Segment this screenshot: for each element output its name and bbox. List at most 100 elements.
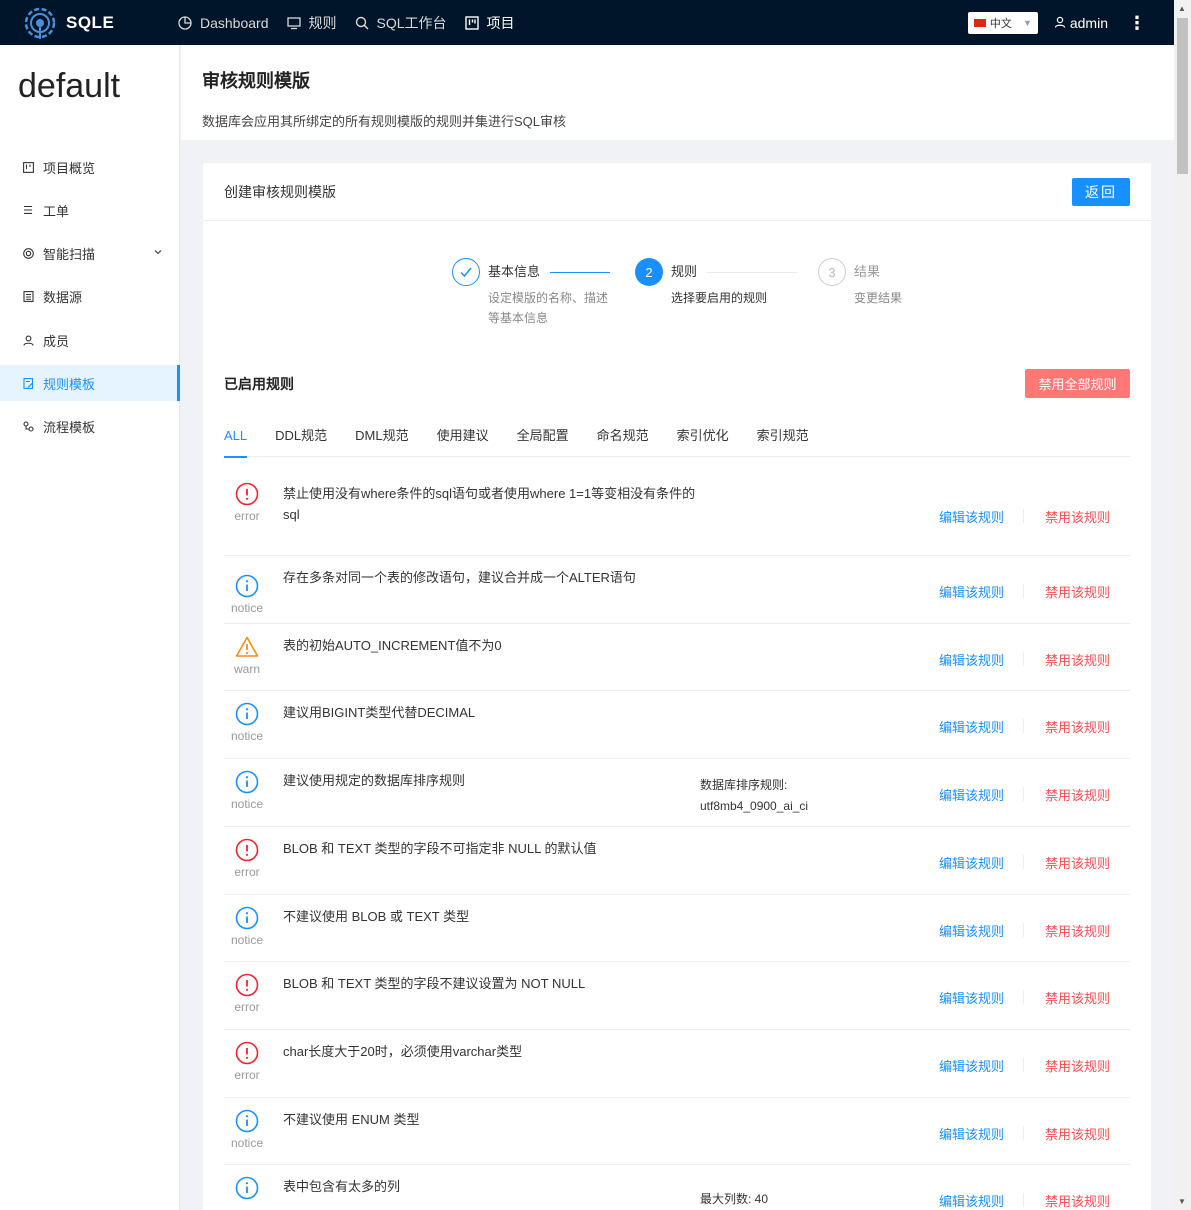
step-number: 3: [818, 258, 846, 286]
disable-rule-link[interactable]: 禁用该规则: [1045, 785, 1110, 804]
tab-index-spec[interactable]: 索引规范: [757, 421, 809, 457]
list-item: error char长度大于20时，必须使用varchar类型 编辑该规则 禁用…: [224, 1030, 1130, 1098]
edit-rule-link[interactable]: 编辑该规则: [939, 1191, 1004, 1210]
rule-level: notice: [224, 906, 270, 947]
edit-rule-link[interactable]: 编辑该规则: [939, 853, 1004, 872]
sidebar-item-smart-scan[interactable]: 智能扫描: [0, 236, 179, 272]
rule-level-text: error: [234, 865, 260, 879]
chevron-down-icon: ▼: [1022, 17, 1032, 28]
template-icon: [22, 377, 34, 389]
rule-level-text: notice: [230, 797, 264, 811]
step-title: 规则: [671, 264, 698, 279]
username: admin: [1069, 14, 1108, 31]
edit-rule-link[interactable]: 编辑该规则: [939, 921, 1004, 940]
rule-description: 禁止使用没有where条件的sql语句或者使用where 1=1等变相没有条件的…: [283, 486, 696, 522]
tab-global[interactable]: 全局配置: [517, 421, 569, 457]
rule-description: 建议用BIGINT类型代替DECIMAL: [283, 705, 476, 720]
tab-dml[interactable]: DML规范: [355, 421, 408, 457]
steps: 基本信息 设定模版的名称、描述 等基本信息 2 规则 选择要启用的规则 3 结果: [452, 258, 902, 328]
nav-dashboard-label: Dashboard: [200, 14, 269, 31]
divider: [1023, 990, 1024, 1004]
edit-rule-link[interactable]: 编辑该规则: [939, 785, 1004, 804]
page-scrollbar[interactable]: ▲ ▼: [1174, 0, 1191, 1210]
step-desc: 设定模版的名称、描述: [488, 291, 609, 305]
disable-rule-link[interactable]: 禁用该规则: [1045, 717, 1110, 736]
disable-all-rules-button[interactable]: 禁用全部规则: [1025, 369, 1130, 398]
sidebar-item-rule-templates[interactable]: 规则模板: [0, 365, 180, 402]
tab-ddl[interactable]: DDL规范: [275, 421, 327, 457]
rule-level: notice: [224, 702, 270, 743]
logo[interactable]: SQLE: [22, 5, 172, 41]
rule-description: 存在多条对同一个表的修改语句，建议合并成一个ALTER语句: [283, 570, 636, 585]
chevron-down-icon: [153, 247, 163, 260]
nav-rules[interactable]: 规则: [286, 13, 337, 33]
language-select[interactable]: 中文 ▼: [967, 11, 1038, 34]
disable-rule-link[interactable]: 禁用该规则: [1045, 650, 1110, 669]
step-title: 结果: [854, 264, 881, 279]
rule-description: 不建议使用 BLOB 或 TEXT 类型: [283, 909, 470, 924]
warning-icon: [235, 636, 259, 657]
enabled-rules-title: 已启用规则: [224, 375, 294, 392]
nav-project[interactable]: 项目: [464, 13, 515, 33]
sidebar-item-orders[interactable]: ☰ 工单: [0, 192, 179, 228]
divider: [1023, 509, 1024, 523]
sidebar-item-members[interactable]: 成员: [0, 322, 179, 358]
rule-level-text: error: [234, 1000, 260, 1014]
disable-rule-link[interactable]: 禁用该规则: [1045, 988, 1110, 1007]
back-button[interactable]: 返回: [1072, 177, 1130, 206]
scroll-up-arrow-icon[interactable]: ▲: [1178, 4, 1186, 13]
sidebar-item-overview[interactable]: 项目概览: [0, 149, 179, 185]
sidebar-item-label: 规则模板: [43, 376, 96, 392]
disable-rule-link[interactable]: 禁用该规则: [1045, 921, 1110, 940]
sidebar-item-label: 成员: [43, 333, 70, 349]
rule-level: error: [224, 482, 270, 523]
divider: [1023, 584, 1024, 598]
list-item: notice 不建议使用 ENUM 类型 编辑该规则 禁用该规则: [224, 1098, 1130, 1165]
rule-level: error: [224, 838, 270, 879]
disable-rule-link[interactable]: 禁用该规则: [1045, 1124, 1110, 1143]
disable-rule-link[interactable]: 禁用该规则: [1045, 1191, 1110, 1210]
page-header: 审核规则模版 数据库会应用其所绑定的所有规则模版的规则并集进行SQL审核: [181, 45, 1174, 140]
sidebar-item-datasource[interactable]: 数据源: [0, 279, 179, 315]
nav-sql-workbench[interactable]: SQL工作台: [355, 13, 447, 33]
edit-rule-link[interactable]: 编辑该规则: [939, 988, 1004, 1007]
divider: [1023, 719, 1024, 733]
scroll-down-arrow-icon[interactable]: ▼: [1178, 1197, 1186, 1206]
app-name: SQLE: [66, 12, 115, 32]
user-menu[interactable]: admin: [1054, 15, 1108, 31]
rule-level-text: notice: [230, 933, 264, 947]
list-item: notice 不建议使用 BLOB 或 TEXT 类型 编辑该规则 禁用该规则: [224, 895, 1130, 962]
edit-rule-link[interactable]: 编辑该规则: [939, 1056, 1004, 1075]
tab-naming[interactable]: 命名规范: [597, 421, 649, 457]
rule-list: error 禁止使用没有where条件的sql语句或者使用where 1=1等变…: [224, 457, 1130, 1210]
edit-rule-link[interactable]: 编辑该规则: [939, 1124, 1004, 1143]
edit-rule-link[interactable]: 编辑该规则: [939, 582, 1004, 601]
rule-description: 表中包含有太多的列: [283, 1179, 401, 1194]
edit-rule-link[interactable]: 编辑该规则: [939, 650, 1004, 669]
more-vertical-icon[interactable]: ⋮: [1128, 14, 1146, 32]
rule-level-text: notice: [230, 1136, 264, 1150]
rule-param-value: 最大列数: 40: [700, 1192, 769, 1206]
divider: [1023, 1126, 1024, 1140]
scrollbar-thumb[interactable]: [1177, 18, 1188, 174]
rule-level: error: [224, 1041, 270, 1082]
tab-usage[interactable]: 使用建议: [437, 421, 489, 457]
tab-all[interactable]: ALL: [224, 421, 248, 458]
divider: [1023, 923, 1024, 937]
list-item: error BLOB 和 TEXT 类型的字段不建议设置为 NOT NULL 编…: [224, 962, 1130, 1030]
edit-rule-link[interactable]: 编辑该规则: [939, 717, 1004, 736]
step-connector: [707, 271, 798, 273]
nav-dashboard[interactable]: Dashboard: [178, 15, 269, 31]
disable-rule-link[interactable]: 禁用该规则: [1045, 507, 1110, 526]
tab-index-optimize[interactable]: 索引优化: [677, 421, 729, 457]
top-navbar: SQLE Dashboard 规则 SQL工作台 项目 中文 ▼ admin ⋮: [0, 0, 1174, 45]
sidebar-item-flow-templates[interactable]: 流程模板: [0, 409, 179, 445]
edit-rule-link[interactable]: 编辑该规则: [939, 507, 1004, 526]
disable-rule-link[interactable]: 禁用该规则: [1045, 582, 1110, 601]
sidebar: default 项目概览 ☰ 工单 智能扫描 数据源 成员 规则模板 流程模板: [0, 45, 180, 1210]
project-name[interactable]: default: [18, 67, 179, 137]
disable-rule-link[interactable]: 禁用该规则: [1045, 1056, 1110, 1075]
step-connector: [550, 271, 611, 273]
disable-rule-link[interactable]: 禁用该规则: [1045, 853, 1110, 872]
desktop-icon: [286, 16, 301, 30]
